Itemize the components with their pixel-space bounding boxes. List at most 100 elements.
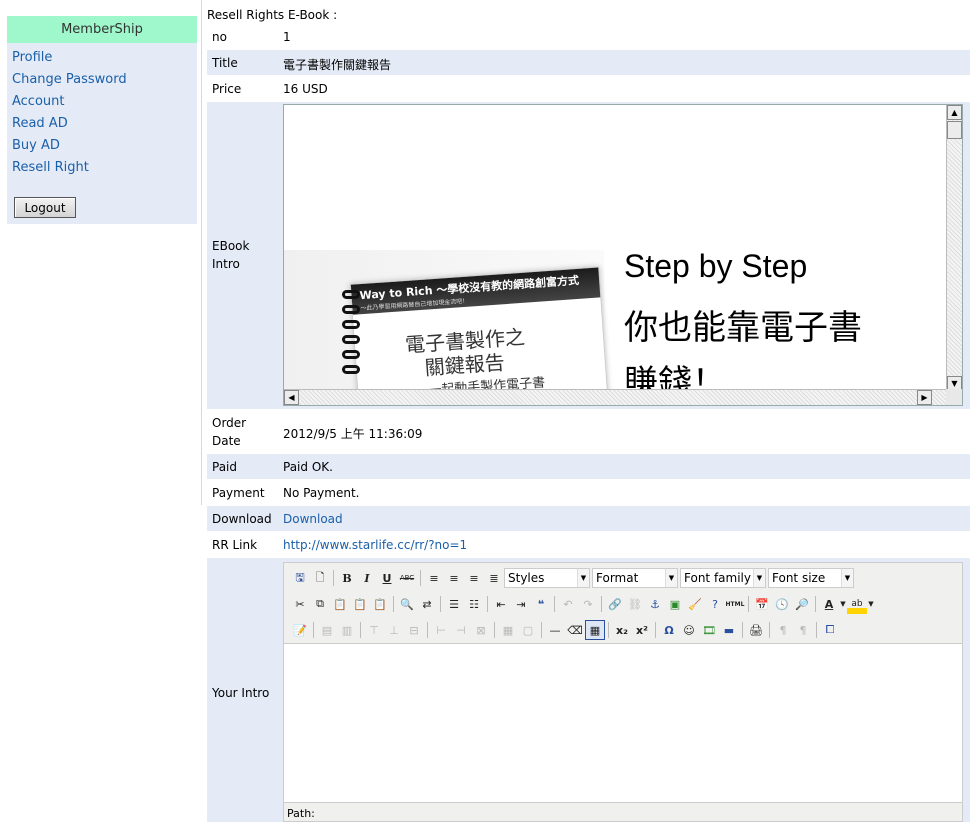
paste-word-icon[interactable]: 📋 — [370, 594, 390, 614]
sidebar-item-change-password[interactable]: Change Password — [12, 72, 127, 87]
horizontal-scrollbar[interactable]: ◀ ▶ — [284, 389, 948, 405]
format-select[interactable]: Format ▼ — [592, 568, 678, 588]
strikethrough-icon[interactable]: ABC — [397, 568, 417, 588]
format-select-value: Format — [596, 571, 639, 585]
scroll-left-icon[interactable]: ◀ — [284, 390, 299, 405]
bullet-list-icon[interactable]: ☰ — [444, 594, 464, 614]
align-right-icon[interactable]: ≡ — [464, 568, 484, 588]
print-icon[interactable]: 🖨 — [746, 620, 766, 640]
text-color-icon[interactable]: A — [819, 594, 839, 614]
chevron-down-icon: ▼ — [841, 569, 853, 587]
delete-col-icon[interactable]: ⊠ — [471, 620, 491, 640]
scroll-up-icon[interactable]: ▲ — [947, 105, 962, 120]
paste-text-icon[interactable]: 📋 — [350, 594, 370, 614]
help-icon[interactable]: ? — [705, 594, 725, 614]
paste-icon[interactable]: 📋 — [330, 594, 350, 614]
special-char-icon[interactable]: Ω — [659, 620, 679, 640]
paid-label: Paid — [212, 460, 238, 474]
sidebar-item-profile[interactable]: Profile — [12, 50, 52, 65]
copy-icon[interactable]: ⧉ — [310, 594, 330, 614]
remove-format-icon[interactable]: ⌫ — [565, 620, 585, 640]
styles-select[interactable]: Styles ▼ — [504, 568, 590, 588]
delete-row-icon[interactable]: ⊟ — [404, 620, 424, 640]
horizontal-rule-icon[interactable]: — — [545, 620, 565, 640]
emotions-icon[interactable]: ☺ — [679, 620, 699, 640]
font-family-select[interactable]: Font family ▼ — [680, 568, 766, 588]
link-icon[interactable]: 🔗 — [605, 594, 625, 614]
payment-value: No Payment. — [283, 486, 360, 500]
insert-date-icon[interactable]: 📅 — [752, 594, 772, 614]
vertical-scrollbar[interactable]: ▲ ▼ — [946, 105, 962, 391]
no-label: no — [212, 30, 227, 44]
cut-icon[interactable]: ✂ — [290, 594, 310, 614]
sidebar-item-buy-ad[interactable]: Buy AD — [12, 138, 60, 153]
unlink-icon[interactable]: ⛓ — [625, 594, 645, 614]
logout-button[interactable]: Logout — [14, 197, 76, 218]
vertical-scroll-thumb[interactable] — [947, 121, 962, 139]
align-justify-icon[interactable]: ≣ — [484, 568, 504, 588]
price-label: Price — [212, 82, 242, 96]
numbered-list-icon[interactable]: ☷ — [464, 594, 484, 614]
intro-edit-area[interactable] — [284, 643, 962, 803]
blockquote-icon[interactable]: ❝ — [531, 594, 551, 614]
sidebar-item-read-ad[interactable]: Read AD — [12, 116, 68, 131]
table-icon[interactable]: ▦ — [585, 620, 605, 640]
insert-col-before-icon[interactable]: ⊢ — [431, 620, 451, 640]
membership-sidebar: MemberShip Profile Change Password Accou… — [7, 16, 197, 224]
chevron-down-icon[interactable]: ▼ — [839, 594, 847, 614]
outdent-icon[interactable]: ⇤ — [491, 594, 511, 614]
bold-icon[interactable]: B — [337, 568, 357, 588]
rtl-icon[interactable]: ¶ — [793, 620, 813, 640]
font-size-select[interactable]: Font size ▼ — [768, 568, 854, 588]
save-icon[interactable]: 🖫 — [290, 568, 310, 588]
path-label: Path: — [287, 807, 315, 820]
new-document-icon[interactable]: 🗋 — [310, 568, 330, 588]
background-color-icon[interactable]: ab — [847, 594, 867, 614]
sidebar-item-account[interactable]: Account — [12, 94, 65, 109]
preview-icon[interactable]: 🔎 — [792, 594, 812, 614]
anchor-icon[interactable]: ⚓ — [645, 594, 665, 614]
redo-icon[interactable]: ↷ — [578, 594, 598, 614]
merge-cells-icon[interactable]: ▢ — [518, 620, 538, 640]
subscript-icon[interactable]: x₂ — [612, 620, 632, 640]
download-link[interactable]: Download — [283, 512, 343, 526]
styles-select-value: Styles — [508, 571, 545, 585]
font-family-select-value: Font family — [684, 571, 751, 585]
advanced-hr-icon[interactable]: ▬ — [719, 620, 739, 640]
order-date-value: 2012/9/5 上午 11:36:09 — [283, 427, 423, 441]
image-icon[interactable]: ▣ — [665, 594, 685, 614]
html-icon[interactable]: HTML — [725, 594, 745, 614]
italic-icon[interactable]: I — [357, 568, 377, 588]
split-cells-icon[interactable]: ▦ — [498, 620, 518, 640]
visual-aid-icon[interactable]: 📝 — [290, 620, 310, 640]
cleanup-icon[interactable]: 🧹 — [685, 594, 705, 614]
chevron-down-icon: ▼ — [665, 569, 677, 587]
paid-value: Paid OK. — [283, 460, 333, 474]
sidebar-item-resell-right[interactable]: Resell Right — [12, 160, 89, 175]
scroll-right-icon[interactable]: ▶ — [917, 390, 932, 405]
insert-col-after-icon[interactable]: ⊣ — [451, 620, 471, 640]
align-left-icon[interactable]: ≡ — [424, 568, 444, 588]
indent-icon[interactable]: ⇥ — [511, 594, 531, 614]
replace-icon[interactable]: ⇄ — [417, 594, 437, 614]
ltr-icon[interactable]: ¶ — [773, 620, 793, 640]
fullscreen-icon[interactable]: ⧠ — [820, 620, 840, 640]
insert-row-after-icon[interactable]: ⊥ — [384, 620, 404, 640]
no-value: 1 — [283, 30, 291, 44]
find-icon[interactable]: 🔍 — [397, 594, 417, 614]
cell-props-icon[interactable]: ▥ — [337, 620, 357, 640]
ebook-intro-viewer[interactable]: Way to Rich ～學校沒有教的網路創富方式 ～此乃學習用網路替自己增加現… — [283, 104, 963, 406]
underline-icon[interactable]: U — [377, 568, 397, 588]
price-value: 16 USD — [283, 82, 328, 96]
chevron-down-icon[interactable]: ▼ — [867, 594, 875, 614]
superscript-icon[interactable]: x² — [632, 620, 652, 640]
insert-row-before-icon[interactable]: ⊤ — [364, 620, 384, 640]
media-icon[interactable]: 🎞 — [699, 620, 719, 640]
insert-time-icon[interactable]: 🕓 — [772, 594, 792, 614]
rr-link[interactable]: http://www.starlife.cc/rr/?no=1 — [283, 538, 467, 552]
undo-icon[interactable]: ↶ — [558, 594, 578, 614]
align-center-icon[interactable]: ≡ — [444, 568, 464, 588]
row-props-icon[interactable]: ▤ — [317, 620, 337, 640]
promo-line-1: Step by Step — [624, 248, 808, 284]
editor-path-bar: Path: — [287, 807, 315, 820]
